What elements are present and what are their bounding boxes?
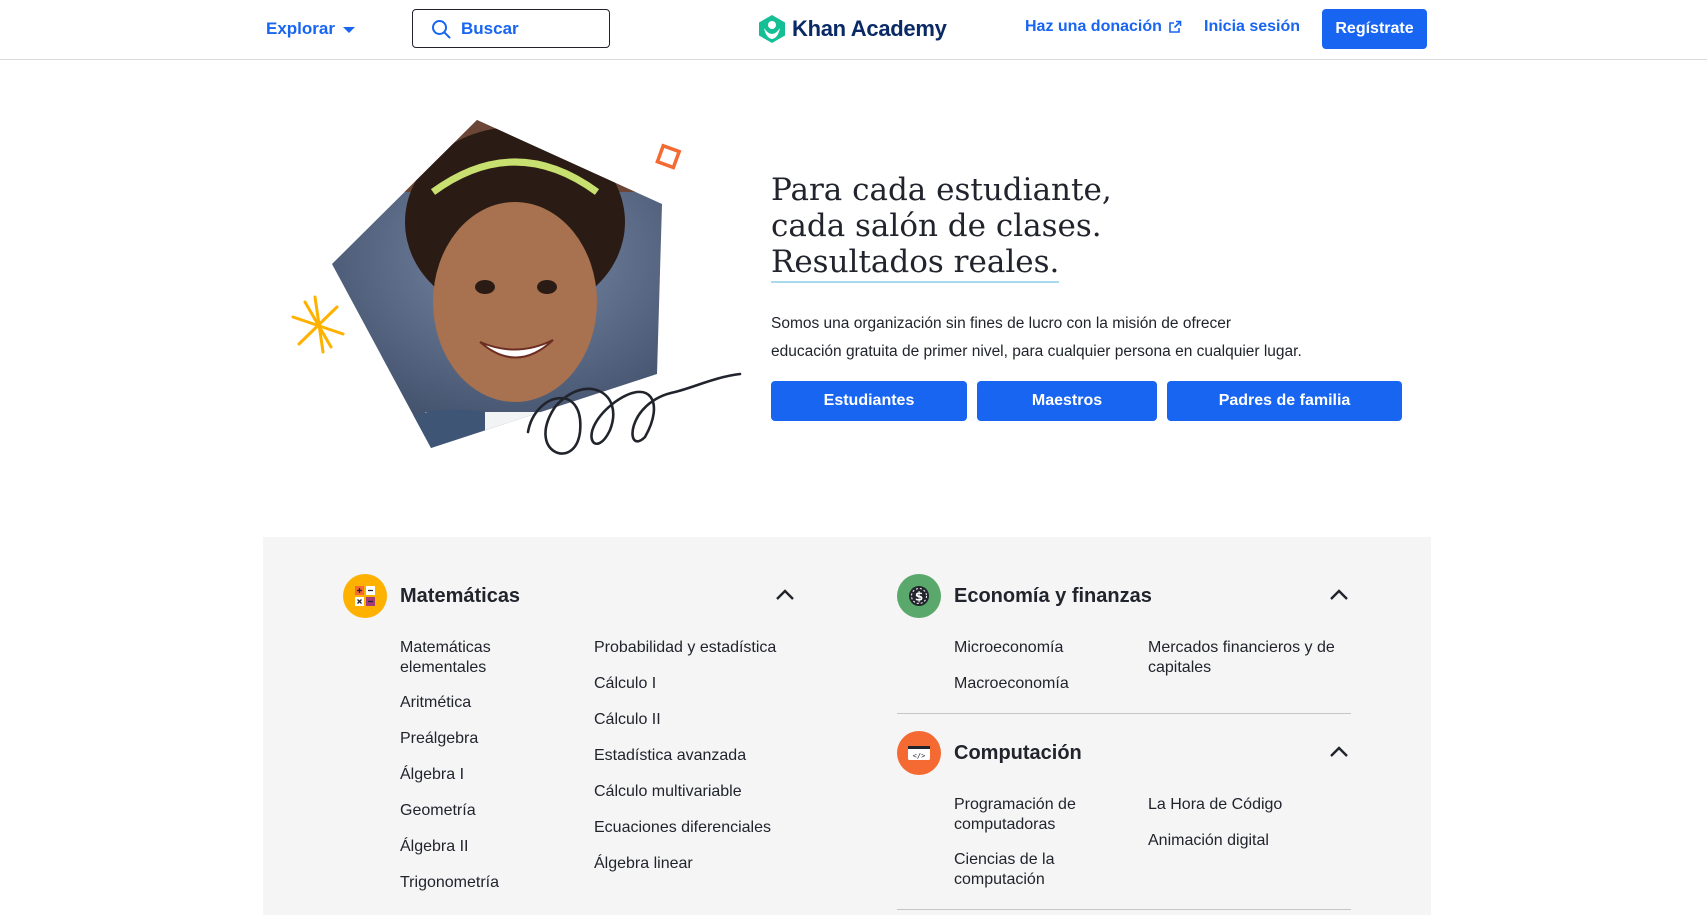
- signup-button[interactable]: Regístrate: [1322, 9, 1427, 49]
- search-placeholder: Buscar: [461, 18, 519, 38]
- parents-button[interactable]: Padres de familia: [1167, 381, 1402, 421]
- comp-title: Computación: [954, 741, 1082, 764]
- hero-title-line-2: cada salón de clases.: [771, 208, 1102, 244]
- khan-logo-icon: [759, 15, 785, 43]
- math-link[interactable]: Cálculo multivariable: [594, 782, 742, 802]
- math-title: Matemáticas: [400, 584, 521, 607]
- donate-link[interactable]: Haz una donación: [1025, 18, 1182, 36]
- comp-link[interactable]: La Hora de Código: [1148, 795, 1282, 815]
- comp-link[interactable]: Animación digital: [1148, 831, 1269, 851]
- chevron-up-icon[interactable]: [775, 587, 795, 601]
- external-link-icon: [1169, 20, 1182, 33]
- decorative-diamond: [655, 143, 682, 170]
- teachers-button[interactable]: Maestros: [977, 381, 1157, 421]
- comp-subject-header[interactable]: </> Computación: [897, 731, 1082, 775]
- logo-text: Khan Academy: [792, 16, 947, 41]
- chevron-up-icon[interactable]: [1329, 744, 1349, 758]
- math-link[interactable]: Álgebra II: [400, 837, 468, 857]
- econ-title: Economía y finanzas: [954, 584, 1152, 607]
- hero-title-line-1: Para cada estudiante,: [771, 172, 1112, 208]
- svg-text:$: $: [915, 590, 923, 604]
- hero-title-line-3: Resultados reales.: [771, 244, 1060, 283]
- khan-academy-logo[interactable]: Khan Academy: [758, 14, 947, 44]
- comp-link[interactable]: Programación de computadoras: [954, 795, 1104, 835]
- math-icon: [343, 574, 387, 618]
- svg-text:</>: </>: [913, 752, 926, 760]
- subjects-panel: Matemáticas Matemáticas elementales Arit…: [263, 537, 1431, 915]
- econ-link[interactable]: Macroeconomía: [954, 674, 1069, 694]
- math-link[interactable]: Cálculo II: [594, 710, 661, 730]
- login-link[interactable]: Inicia sesión: [1204, 18, 1300, 36]
- section-divider: [897, 713, 1351, 714]
- econ-icon: $: [897, 574, 941, 618]
- math-link[interactable]: Ecuaciones diferenciales: [594, 818, 771, 838]
- hero-audience-buttons: Estudiantes Maestros Padres de familia: [771, 381, 1402, 421]
- section-divider: [897, 909, 1351, 910]
- comp-icon: </>: [897, 731, 941, 775]
- decorative-star: [291, 295, 345, 354]
- math-link[interactable]: Álgebra I: [400, 765, 464, 785]
- hero-text: Para cada estudiante, cada salón de clas…: [771, 172, 1411, 366]
- chevron-up-icon[interactable]: [1329, 587, 1349, 601]
- hero-description-line-2: educación gratuita de primer nivel, para…: [771, 343, 1302, 360]
- math-link[interactable]: Trigonometría: [400, 873, 499, 893]
- students-button[interactable]: Estudiantes: [771, 381, 967, 421]
- math-link[interactable]: Cálculo I: [594, 674, 656, 694]
- search-input[interactable]: Buscar: [412, 9, 610, 48]
- math-link[interactable]: Geometría: [400, 801, 476, 821]
- math-link[interactable]: Probabilidad y estadística: [594, 638, 776, 658]
- hero-description: Somos una organización sin fines de lucr…: [771, 310, 1331, 366]
- math-subject-header[interactable]: Matemáticas: [343, 574, 520, 618]
- hero-title: Para cada estudiante, cada salón de clas…: [771, 172, 1411, 283]
- hero-description-line-1: Somos una organización sin fines de lucr…: [771, 315, 1232, 332]
- math-link[interactable]: Álgebra linear: [594, 854, 693, 874]
- econ-subject-header[interactable]: $ Economía y finanzas: [897, 574, 1152, 618]
- explore-menu-button[interactable]: Explorar: [266, 17, 355, 41]
- donate-label: Haz una donación: [1025, 18, 1162, 35]
- econ-link[interactable]: Microeconomía: [954, 638, 1063, 658]
- hero-student-photo: [291, 120, 742, 455]
- math-link[interactable]: Estadística avanzada: [594, 746, 746, 766]
- search-icon: [432, 19, 451, 38]
- math-link[interactable]: Aritmética: [400, 693, 471, 713]
- explore-label: Explorar: [266, 19, 335, 38]
- math-link[interactable]: Matemáticas elementales: [400, 638, 550, 678]
- econ-link[interactable]: Mercados financieros y de capitales: [1148, 638, 1348, 678]
- chevron-down-icon: [342, 27, 355, 33]
- math-link[interactable]: Preálgebra: [400, 729, 478, 749]
- comp-link[interactable]: Ciencias de la computación: [954, 850, 1104, 890]
- top-nav: Explorar Buscar Khan Academy Haz una don…: [0, 0, 1707, 60]
